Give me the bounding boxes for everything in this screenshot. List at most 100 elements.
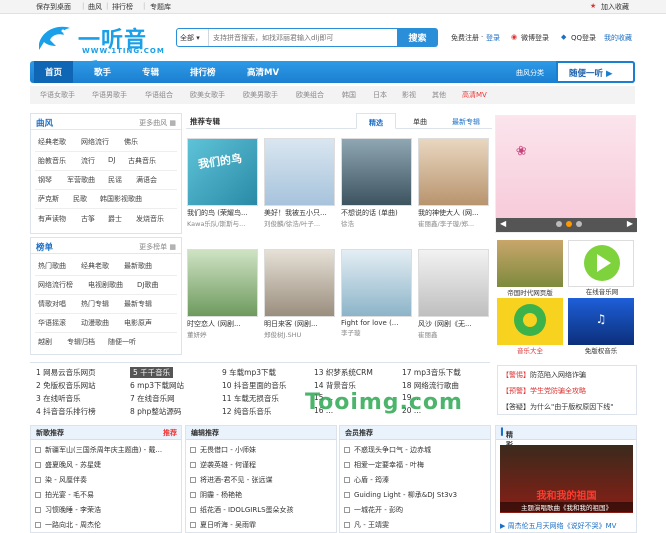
- genre-item[interactable]: 钢琴: [38, 175, 52, 185]
- genre-item[interactable]: 军营歌曲: [67, 175, 95, 185]
- subnav-item[interactable]: 欧美女歌手: [190, 90, 225, 100]
- rank-link[interactable]: 10 抖音里面的音乐: [222, 380, 286, 391]
- album-card[interactable]: 时空恋人 (网剧... 董妍婷: [187, 249, 258, 339]
- subnav-item[interactable]: 华语组合: [145, 90, 173, 100]
- chart-item[interactable]: 越剧: [38, 337, 52, 347]
- weibo-login-link[interactable]: 微博登录: [521, 33, 549, 43]
- notice-item[interactable]: 【警惕】防范陷入网络诈骗: [502, 370, 586, 380]
- search-input[interactable]: [213, 31, 393, 44]
- rank-link[interactable]: 17 mp3音乐下载: [402, 367, 461, 378]
- chart-item[interactable]: 专辑归档: [67, 337, 95, 347]
- genre-item[interactable]: 经典老歌: [38, 137, 66, 147]
- song-checkbox[interactable]: [35, 522, 41, 528]
- slide-dot[interactable]: [576, 221, 582, 227]
- song-row[interactable]: 纸花酒 - IDOLGIRLS蛋朵女孩: [190, 505, 294, 515]
- tab-singles[interactable]: 单曲: [400, 113, 440, 129]
- song-row[interactable]: 心盾 - 筠溱: [344, 475, 389, 485]
- song-row[interactable]: 无畏借口 - 小师妹: [190, 445, 256, 455]
- chart-item[interactable]: DJ歌曲: [137, 280, 158, 290]
- rank-link[interactable]: 7 在线音乐网: [130, 393, 175, 404]
- chart-item[interactable]: 最新专辑: [124, 299, 152, 309]
- song-row[interactable]: 将进酒-君不见 - 张远谋: [190, 475, 273, 485]
- rank-link[interactable]: 1 网易云音乐网页: [36, 367, 96, 378]
- subnav-item[interactable]: 日本: [373, 90, 387, 100]
- song-checkbox[interactable]: [190, 447, 196, 453]
- more-charts-link[interactable]: 更多榜单 ▦: [139, 242, 176, 252]
- notice-item[interactable]: 【答疑】为什么"由于版权原因下线": [502, 402, 613, 412]
- nav-albums[interactable]: 专辑: [142, 66, 159, 78]
- song-row[interactable]: 拍光宴 - 毛不易: [35, 490, 94, 500]
- rank-link[interactable]: 4 抖音音乐排行榜: [36, 406, 96, 417]
- subnav-item[interactable]: 其他: [432, 90, 446, 100]
- song-row[interactable]: 习惯晚睡 - 李荣浩: [35, 505, 101, 515]
- genre-item[interactable]: 网络流行: [81, 137, 109, 147]
- app-tile[interactable]: 在线音乐网: [568, 240, 634, 296]
- song-checkbox[interactable]: [344, 507, 350, 513]
- promo-banner[interactable]: ❀ ◀ ▶: [495, 115, 637, 233]
- song-row[interactable]: 逆袭英雄 - 何谨程: [190, 460, 256, 470]
- genre-item[interactable]: DJ: [108, 156, 115, 164]
- song-row[interactable]: 盛夏晚风 - 苏星婕: [35, 460, 101, 470]
- album-card[interactable]: 美好！我被五小只... 刘俊麟/徐浩/叶子...: [264, 138, 335, 228]
- site-logo[interactable]: 一听音乐 WWW.1TING.COM: [36, 22, 164, 85]
- subnav-item[interactable]: 华语女歌手: [40, 90, 75, 100]
- genre-item[interactable]: 古筝: [81, 214, 95, 224]
- subnav-item[interactable]: 韩国: [342, 90, 356, 100]
- song-row[interactable]: 一路向北 - 周杰伦: [35, 520, 101, 530]
- subnav-item[interactable]: 欧美男歌手: [243, 90, 278, 100]
- album-card[interactable]: 风沙 (网剧《无... 崔丽鑫: [418, 249, 489, 339]
- next-arrow-icon[interactable]: ▶: [627, 219, 633, 228]
- album-card[interactable]: 不想说的话 (单曲) 徐浩: [341, 138, 412, 228]
- genre-item[interactable]: 佛乐: [124, 137, 138, 147]
- topic-link[interactable]: 专题库: [150, 2, 171, 12]
- song-checkbox[interactable]: [35, 447, 41, 453]
- app-tile[interactable]: 音乐大全: [497, 298, 563, 355]
- free-register-link[interactable]: 免费注册: [451, 33, 479, 43]
- genre-item[interactable]: 胎教音乐: [38, 156, 66, 166]
- genre-item[interactable]: 流行: [81, 156, 95, 166]
- song-checkbox[interactable]: [190, 507, 196, 513]
- song-checkbox[interactable]: [344, 477, 350, 483]
- more-genres-link[interactable]: 更多曲风 ▦: [139, 118, 176, 128]
- rank-link[interactable]: 3 在线听音乐: [36, 393, 81, 404]
- chart-item[interactable]: 经典老歌: [81, 261, 109, 271]
- song-checkbox[interactable]: [35, 492, 41, 498]
- chart-item[interactable]: 随便一听: [108, 337, 136, 347]
- chart-item[interactable]: 热门歌曲: [38, 261, 66, 271]
- chart-item[interactable]: 热门专辑: [81, 299, 109, 309]
- song-checkbox[interactable]: [344, 522, 350, 528]
- genre-item[interactable]: 民谣: [108, 175, 122, 185]
- slide-dot[interactable]: [556, 221, 562, 227]
- album-card[interactable]: 我们的鸟 我们的鸟 (荣耀鸟... Kawa乐队/斯斯与...: [187, 138, 258, 228]
- subnav-item[interactable]: 华语男歌手: [92, 90, 127, 100]
- search-category-select[interactable]: 全部 ▾: [177, 29, 209, 46]
- song-row[interactable]: 不惑现头争口气 - 边赤城: [344, 445, 431, 455]
- genre-item[interactable]: 爵士: [108, 214, 122, 224]
- prev-arrow-icon[interactable]: ◀: [500, 219, 506, 228]
- chart-item[interactable]: 情歌对唱: [38, 299, 66, 309]
- chart-item[interactable]: 网络流行榜: [38, 280, 73, 290]
- genre-item[interactable]: 满语会: [136, 175, 157, 185]
- rank-link[interactable]: 排行榜: [112, 2, 133, 12]
- random-listen-button[interactable]: 随便一听 ▶: [556, 61, 635, 83]
- subnav-item[interactable]: 影视: [402, 90, 416, 100]
- song-checkbox[interactable]: [190, 477, 196, 483]
- genre-item[interactable]: 有声读物: [38, 214, 66, 224]
- app-tile[interactable]: ♫ 免版权音乐: [568, 298, 634, 355]
- chart-item[interactable]: 动漫歌曲: [81, 318, 109, 328]
- add-favorite-link[interactable]: 加入收藏: [601, 2, 629, 12]
- song-checkbox[interactable]: [35, 462, 41, 468]
- genre-link[interactable]: 曲风: [88, 2, 102, 12]
- mv-link[interactable]: ▶ 周杰伦五月天网络《说好不哭》MV: [500, 521, 616, 531]
- song-checkbox[interactable]: [190, 522, 196, 528]
- song-checkbox[interactable]: [35, 507, 41, 513]
- genre-item[interactable]: 韩国影视歌曲: [100, 194, 142, 204]
- subnav-item[interactable]: 高清MV: [462, 90, 487, 100]
- save-desktop-link[interactable]: 保存到桌面: [36, 2, 71, 12]
- album-card[interactable]: 我的神使大人 (网... 崔丽鑫/李子璇/郑...: [418, 138, 489, 228]
- song-checkbox[interactable]: [190, 492, 196, 498]
- tab-featured[interactable]: 精选: [356, 113, 396, 129]
- song-row[interactable]: Guiding Light - 柳承&DJ St3v3: [344, 490, 457, 500]
- rank-link[interactable]: 6 mp3下载网站: [130, 380, 184, 391]
- rank-link[interactable]: 13 织梦系统CRM: [314, 367, 373, 378]
